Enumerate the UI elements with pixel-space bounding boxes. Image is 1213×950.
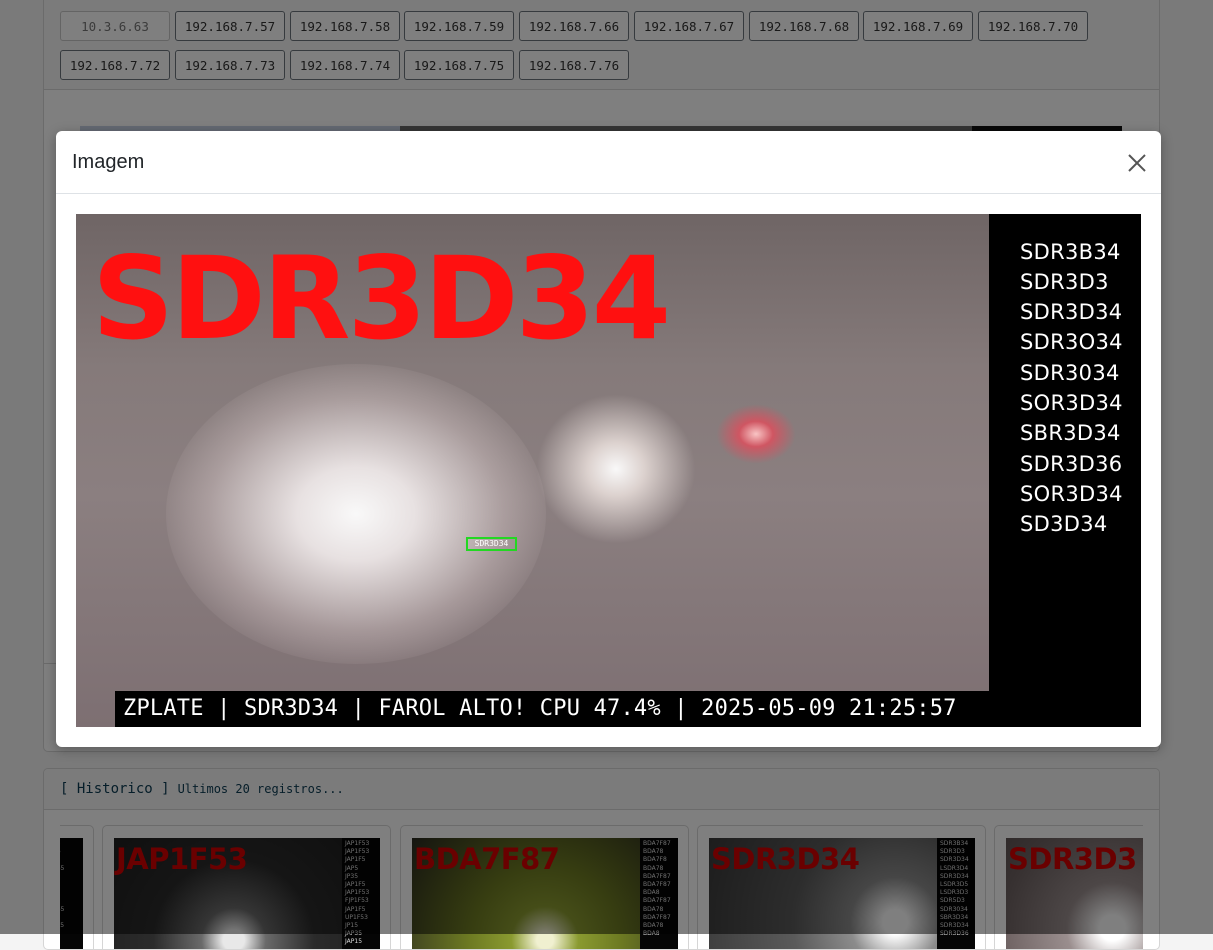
candidate-item: SBR3D34 — [1020, 421, 1121, 445]
candidate-item: SDR3O34 — [1020, 330, 1123, 354]
detected-plate-text: SDR3D34 — [92, 232, 671, 365]
candidate-item: SOR3D34 — [1020, 391, 1123, 415]
plate-detection-box: SDR3D34 — [466, 537, 517, 551]
modal-title: Imagem — [72, 151, 145, 173]
modal-body: SDR3D34 SDR3D34 SDR3B34 SDR3D3 SDR3D34 S… — [76, 214, 1141, 727]
modal-header: Imagem — [56, 131, 1161, 194]
candidate-item: SD3D34 — [1020, 512, 1108, 536]
candidate-item: SDR3B34 — [1020, 240, 1121, 264]
candidate-item: SDR3D36 — [1020, 452, 1123, 476]
close-icon[interactable] — [1124, 150, 1150, 176]
red-light-glow — [716, 404, 796, 464]
candidate-item: SDR3D3 — [1020, 270, 1109, 294]
headlight-glow-right — [536, 394, 696, 544]
camera-capture-image: SDR3D34 SDR3D34 SDR3B34 SDR3D3 SDR3D34 S… — [76, 214, 1141, 727]
candidate-item: SDR3034 — [1020, 361, 1120, 385]
image-modal: Imagem SDR3D34 SDR3D34 SDR3B34 SDR3D3 SD… — [56, 131, 1161, 747]
candidate-list: SDR3B34 SDR3D3 SDR3D34 SDR3O34 SDR3034 S… — [989, 214, 1141, 727]
candidate-item: SOR3D34 — [1020, 482, 1123, 506]
candidate-item: SDR3D34 — [1020, 300, 1123, 324]
camera-scene: SDR3D34 SDR3D34 — [76, 214, 989, 727]
thumb-candidate: JAP15 — [345, 938, 363, 946]
status-overlay: ZPLATE | SDR3D34 | FAROL ALTO! CPU 47.4%… — [115, 691, 989, 727]
headlight-glow-left — [166, 364, 546, 664]
